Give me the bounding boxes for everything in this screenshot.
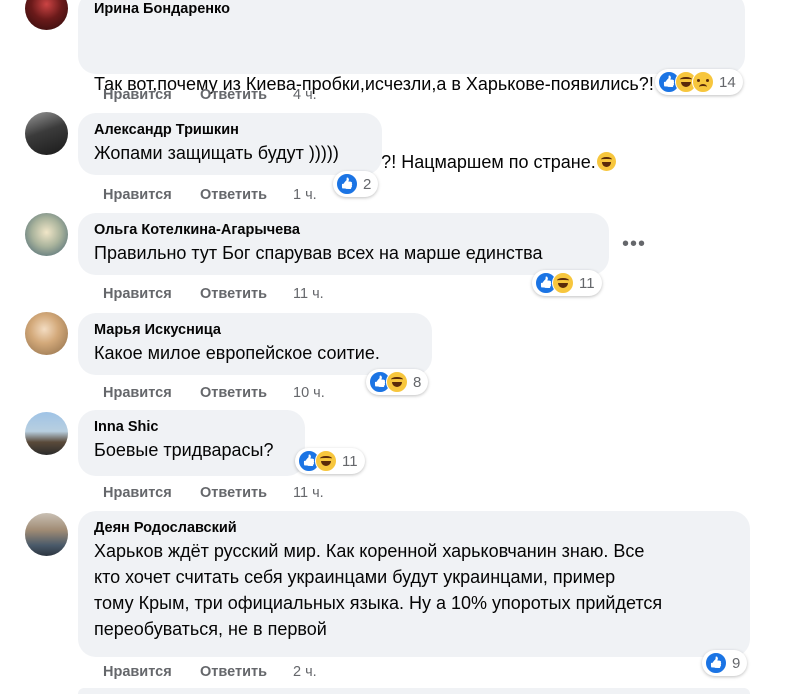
like-button[interactable]: Нравится xyxy=(103,185,172,205)
comment-time[interactable]: 10 ч. xyxy=(293,383,325,403)
reaction-summary[interactable]: 9 xyxy=(702,650,748,676)
comment-author[interactable]: Ольга Котелкина-Агарычева xyxy=(94,221,597,240)
comment-bubble: Ирина Бондаренко Так вот,почему из Киева… xyxy=(78,0,745,172)
comment-text: Харьков ждёт русский мир. Как коренной х… xyxy=(94,541,663,639)
comment-bubble: Деян Родославский Харьков ждёт русский м… xyxy=(78,511,750,657)
like-button[interactable]: Нравится xyxy=(103,662,172,682)
comment-time[interactable]: 11 ч. xyxy=(293,284,324,304)
reaction-count: 9 xyxy=(732,654,741,672)
reaction-count: 14 xyxy=(719,73,736,91)
comment-bubble: Inna Shic Боевые тридварасы? xyxy=(78,410,305,476)
avatar[interactable] xyxy=(25,112,68,155)
reply-button[interactable]: Ответить xyxy=(200,85,267,105)
avatar[interactable] xyxy=(25,412,68,455)
sad-reaction-icon xyxy=(692,71,714,93)
comment-text: Какое милое европейское соитие. xyxy=(94,343,380,363)
laughing-emoji-icon xyxy=(596,152,616,171)
reply-button[interactable]: Ответить xyxy=(200,662,267,682)
like-button[interactable]: Нравится xyxy=(103,383,172,403)
reply-button[interactable]: Ответить xyxy=(200,383,267,403)
reaction-summary[interactable]: 2 xyxy=(333,171,379,197)
avatar[interactable] xyxy=(25,513,68,556)
reaction-count: 2 xyxy=(363,175,372,193)
comment-text-line: Так вот,почему из Киева-пробки,исчезли,а… xyxy=(94,74,654,94)
reaction-count: 11 xyxy=(342,452,358,470)
comment-author[interactable]: Ирина Бондаренко xyxy=(94,0,733,19)
comment-time[interactable]: 11 ч. xyxy=(293,483,324,503)
reply-button[interactable]: Ответить xyxy=(200,185,267,205)
avatar[interactable] xyxy=(25,0,68,30)
reply-button[interactable]: Ответить xyxy=(200,483,267,503)
reaction-summary[interactable]: 14 xyxy=(655,69,743,95)
haha-reaction-icon xyxy=(552,272,574,294)
like-reaction-icon xyxy=(336,173,358,195)
haha-reaction-icon xyxy=(386,371,408,393)
comment-author[interactable]: Марья Искусница xyxy=(94,321,420,340)
comment-text: Боевые тридварасы? xyxy=(94,440,274,460)
reply-button[interactable]: Ответить xyxy=(200,284,267,304)
like-button[interactable]: Нравится xyxy=(103,85,172,105)
comment-time[interactable]: 4 ч. xyxy=(293,85,317,105)
comment-author[interactable]: Деян Родославский xyxy=(94,519,738,538)
comment-text: Правильно тут Бог спарував всех на марше… xyxy=(94,243,543,263)
reaction-summary[interactable]: 11 xyxy=(532,270,602,296)
haha-reaction-icon xyxy=(315,450,337,472)
avatar[interactable] xyxy=(25,312,68,355)
comment-time[interactable]: 2 ч. xyxy=(293,662,317,682)
like-button[interactable]: Нравится xyxy=(103,284,172,304)
comment-time[interactable]: 1 ч. xyxy=(293,185,317,205)
reaction-count: 11 xyxy=(579,274,595,292)
comment-author[interactable]: Inna Shic xyxy=(94,418,293,437)
avatar[interactable] xyxy=(25,213,68,256)
like-button[interactable]: Нравится xyxy=(103,483,172,503)
reaction-summary[interactable]: 8 xyxy=(366,369,429,395)
more-options-icon[interactable]: ••• xyxy=(622,233,646,256)
next-comment-edge xyxy=(78,688,750,694)
reaction-count: 8 xyxy=(413,373,422,391)
reaction-summary[interactable]: 11 xyxy=(295,448,365,474)
comment-bubble: Ольга Котелкина-Агарычева Правильно тут … xyxy=(78,213,609,275)
like-reaction-icon xyxy=(705,652,727,674)
comment-author[interactable]: Александр Тришкин xyxy=(94,121,370,140)
comment-text: Жопами защищать будут ))))) xyxy=(94,143,339,163)
comment-bubble: Александр Тришкин Жопами защищать будут … xyxy=(78,113,382,175)
comment-bubble: Марья Искусница Какое милое европейское … xyxy=(78,313,432,375)
